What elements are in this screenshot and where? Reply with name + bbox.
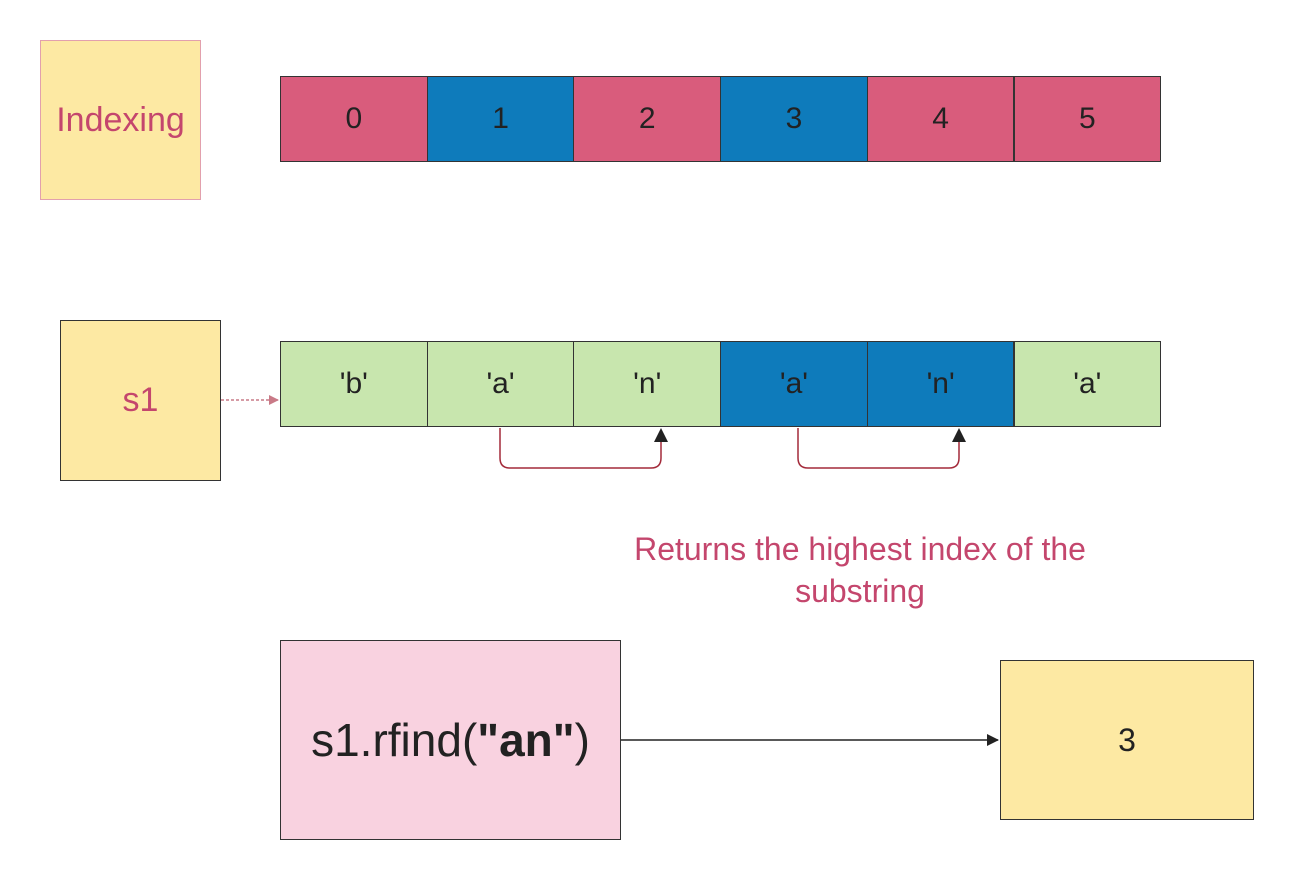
substring-bracket-2: [797, 428, 960, 469]
description-line-1: Returns the highest index of the: [634, 531, 1086, 567]
result-value: 3: [1118, 721, 1136, 758]
method-call-box: s1.rfind("an"): [280, 640, 621, 840]
method-call-suffix: ): [574, 714, 590, 766]
result-box: 3: [1000, 660, 1254, 820]
substring-bracket-2-arrowhead: [952, 428, 966, 442]
description-note: Returns the highest index of the substri…: [560, 528, 1160, 612]
method-call: s1.rfind("an"): [311, 713, 590, 767]
substring-bracket-1: [499, 428, 662, 469]
method-call-argument: "an": [477, 714, 575, 766]
substring-bracket-1-arrowhead: [654, 428, 668, 442]
method-call-prefix: s1.rfind(: [311, 714, 478, 766]
description-line-2: substring: [795, 573, 925, 609]
